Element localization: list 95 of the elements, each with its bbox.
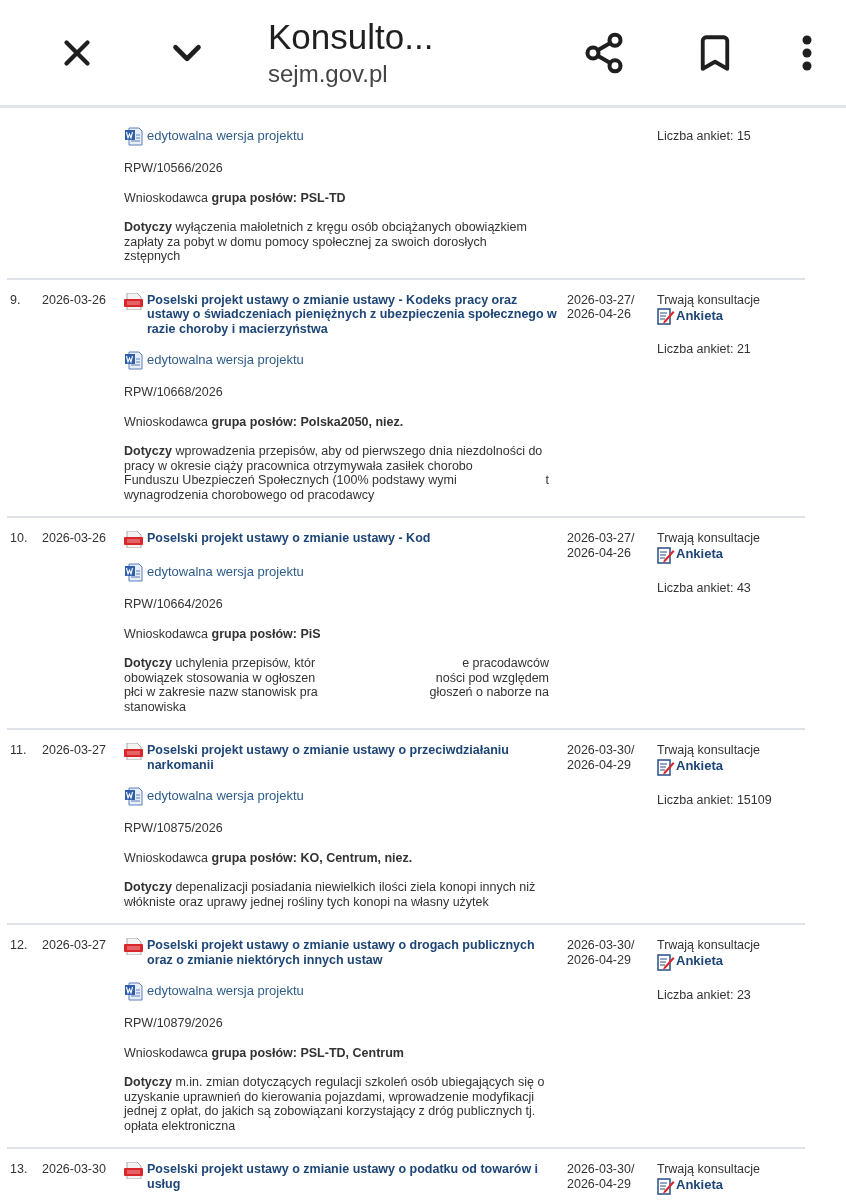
subject-text: Dotyczy wyłączenia małoletnich z kręgu osób obciążanych obowiązkiem xyxy=(124,220,527,235)
consultation-status: Trwają konsultacje xyxy=(657,531,762,546)
survey-count: Liczba ankiet: 23 xyxy=(657,987,752,1002)
row-number: 11. xyxy=(9,743,28,759)
subject-text: pracy w okresie ciąży pracownica otrzymywała zasiłek chorobo xyxy=(124,458,473,473)
applicant-text: Wnioskodawca grupa posłów: PSL-TD, Centrum xyxy=(124,1045,405,1060)
pdf-icon xyxy=(124,743,143,760)
row-number: 13. xyxy=(9,1162,29,1178)
applicant-text: Wnioskodawca grupa posłów: PSL-TD xyxy=(124,190,347,205)
word-document-icon xyxy=(124,351,143,370)
consultation-period: 2026-03-30/ xyxy=(567,938,636,953)
more-options-button[interactable] xyxy=(802,34,812,71)
submission-date: 2026-03-27 xyxy=(42,938,107,954)
survey-link[interactable]: Ankieta xyxy=(676,759,723,774)
more-options-icon xyxy=(802,34,812,71)
page-domain: sejm.gov.pl xyxy=(268,58,389,89)
subject-text: Dotyczy wprowadzenia przepisów, aby od pierwszego dnia niezdolności do xyxy=(124,444,543,459)
word-document-icon xyxy=(124,982,143,1001)
project-title-link[interactable]: Poselski projekt ustawy o zmianie ustawy - Kodeks pracy oraz ustawy o świadczeniach pieniężnych z ubezpieczenia społecznego w razie choroby i macierzyństwa xyxy=(147,292,557,336)
rpw-number: RPW/10664/2026 xyxy=(124,597,224,612)
consultation-period: 2026-04-26 xyxy=(567,545,632,560)
editable-version-link[interactable]: edytowalna wersja projektu xyxy=(147,789,304,804)
consultation-period: 2026-04-29 xyxy=(567,952,632,967)
subject-text: zstępnych xyxy=(124,249,181,264)
project-title-link[interactable]: Poselski projekt ustawy o zmianie ustawy o podatku od towarów i usług xyxy=(147,1162,557,1191)
word-document-icon xyxy=(124,563,143,582)
subject-text: opłata elektroniczna xyxy=(124,1118,236,1133)
survey-icon xyxy=(657,307,675,325)
survey-icon xyxy=(657,545,675,564)
subject-text: Dotyczy m.in. zmian dotyczących regulacji szkoleń osób ubiegających się o xyxy=(124,1075,545,1090)
project-title-link[interactable]: Poselski projekt ustawy o zmianie ustawy o drogach publicznych oraz o zmianie niektórych innych ustaw xyxy=(147,938,557,967)
consultation-period: 2026-03-27/ xyxy=(567,292,636,307)
pdf-icon xyxy=(124,938,143,955)
consultation-status: Trwają konsultacje xyxy=(657,1162,762,1177)
pdf-icon xyxy=(124,292,143,310)
survey-link[interactable]: Ankieta xyxy=(676,308,723,324)
consultation-period: 2026-03-30/ xyxy=(567,1162,636,1177)
consultation-status: Trwają konsultacje xyxy=(657,292,762,307)
rpw-number: RPW/10875/2026 xyxy=(124,821,224,836)
subject-text: stanowiska xyxy=(124,699,186,714)
consultation-status: Trwają konsultacje xyxy=(657,938,762,953)
applicant-text: Wnioskodawca grupa posłów: KO, Centrum, niez. xyxy=(124,850,414,865)
word-document-icon xyxy=(124,787,143,806)
survey-count: Liczba ankiet: 43 xyxy=(657,580,752,595)
rpw-number: RPW/10566/2026 xyxy=(124,161,224,176)
submission-date: 2026-03-30 xyxy=(42,1162,107,1178)
subject-text: uzyskanie uprawnień do kierowania pojazdami, wprowadzenie modyfikacji xyxy=(124,1089,534,1104)
subject-text: ności pod względem xyxy=(435,670,549,685)
consultation-period: 2026-04-29 xyxy=(567,1176,632,1191)
survey-link[interactable]: Ankieta xyxy=(676,547,723,562)
rpw-number: RPW/10879/2026 xyxy=(124,1016,224,1031)
row-number: 12. xyxy=(9,938,29,954)
subject-text: t xyxy=(545,473,549,488)
subject-text: płci w zakresie nazw stanowisk pra xyxy=(124,685,318,700)
applicant-text: Wnioskodawca grupa posłów: PiS xyxy=(124,626,322,641)
survey-link[interactable]: Ankieta xyxy=(676,954,723,969)
subject-text: Funduszu Ubezpieczeń Społecznych (100% podstawy wymi xyxy=(124,473,457,488)
survey-icon xyxy=(657,1176,675,1195)
subject-text: wynagrodzenia chorobowego od pracodawcy xyxy=(124,487,375,502)
rpw-number: RPW/10668/2026 xyxy=(124,385,224,400)
subject-text: zapłaty za pobyt w domu pomocy społecznej za swoich dorosłych xyxy=(124,234,487,249)
editable-version-link[interactable]: edytowalna wersja projektu xyxy=(147,565,304,580)
subject-text: głoszeń o naborze na xyxy=(429,685,549,700)
survey-count: Liczba ankiet: 21 xyxy=(657,342,752,357)
survey-count: Liczba ankiet: 15109 xyxy=(657,792,773,807)
subject-text: Dotyczy depenalizacji posiadania niewielkich ilości ziela konopi innych niż xyxy=(124,880,536,895)
survey-count: Liczba ankiet: 15 xyxy=(657,129,752,144)
subject-text: obowiązek stosowania w ogłoszen xyxy=(124,670,316,685)
pdf-icon xyxy=(124,531,143,548)
project-title-link[interactable]: Poselski projekt ustawy o zmianie ustawy - Kod xyxy=(147,531,557,546)
consultation-period: 2026-03-27/ xyxy=(567,531,636,546)
subject-text: e pracodawców xyxy=(462,656,549,671)
project-title-link[interactable]: Poselski projekt ustawy o zmianie ustawy o przeciwdziałaniu narkomanii xyxy=(147,743,557,772)
consultation-period: 2026-04-29 xyxy=(567,757,632,772)
submission-date: 2026-03-26 xyxy=(42,531,107,547)
consultation-period: 2026-03-30/ xyxy=(567,743,636,758)
survey-link[interactable]: Ankieta xyxy=(676,1178,723,1193)
subject-text: włókniste oraz uprawy jednej rośliny tych konopi na własny użytek xyxy=(124,894,489,909)
editable-version-link[interactable]: edytowalna wersja projektu xyxy=(147,129,304,144)
editable-version-link[interactable]: edytowalna wersja projektu xyxy=(147,984,304,999)
consultation-period: 2026-04-26 xyxy=(567,307,632,322)
row-number: 9. xyxy=(9,292,22,309)
row-number: 10. xyxy=(9,531,29,547)
survey-icon xyxy=(657,757,675,776)
submission-date: 2026-03-26 xyxy=(42,292,107,309)
subject-text: jednej z opłat, do jakich są zobowiązani korzystający z dróg publicznych tj. xyxy=(124,1104,536,1119)
subject-text: Dotyczy uchylenia przepisów, któr xyxy=(124,656,316,671)
consultation-status: Trwają konsultacje xyxy=(657,743,762,758)
editable-version-link[interactable]: edytowalna wersja projektu xyxy=(147,353,304,368)
applicant-text: Wnioskodawca grupa posłów: Polska2050, niez. xyxy=(124,414,405,429)
word-document-icon xyxy=(124,127,143,146)
pdf-icon xyxy=(124,1162,143,1179)
submission-date: 2026-03-27 xyxy=(42,743,107,759)
page-title: Konsulto... xyxy=(268,15,435,58)
survey-icon xyxy=(657,952,675,971)
